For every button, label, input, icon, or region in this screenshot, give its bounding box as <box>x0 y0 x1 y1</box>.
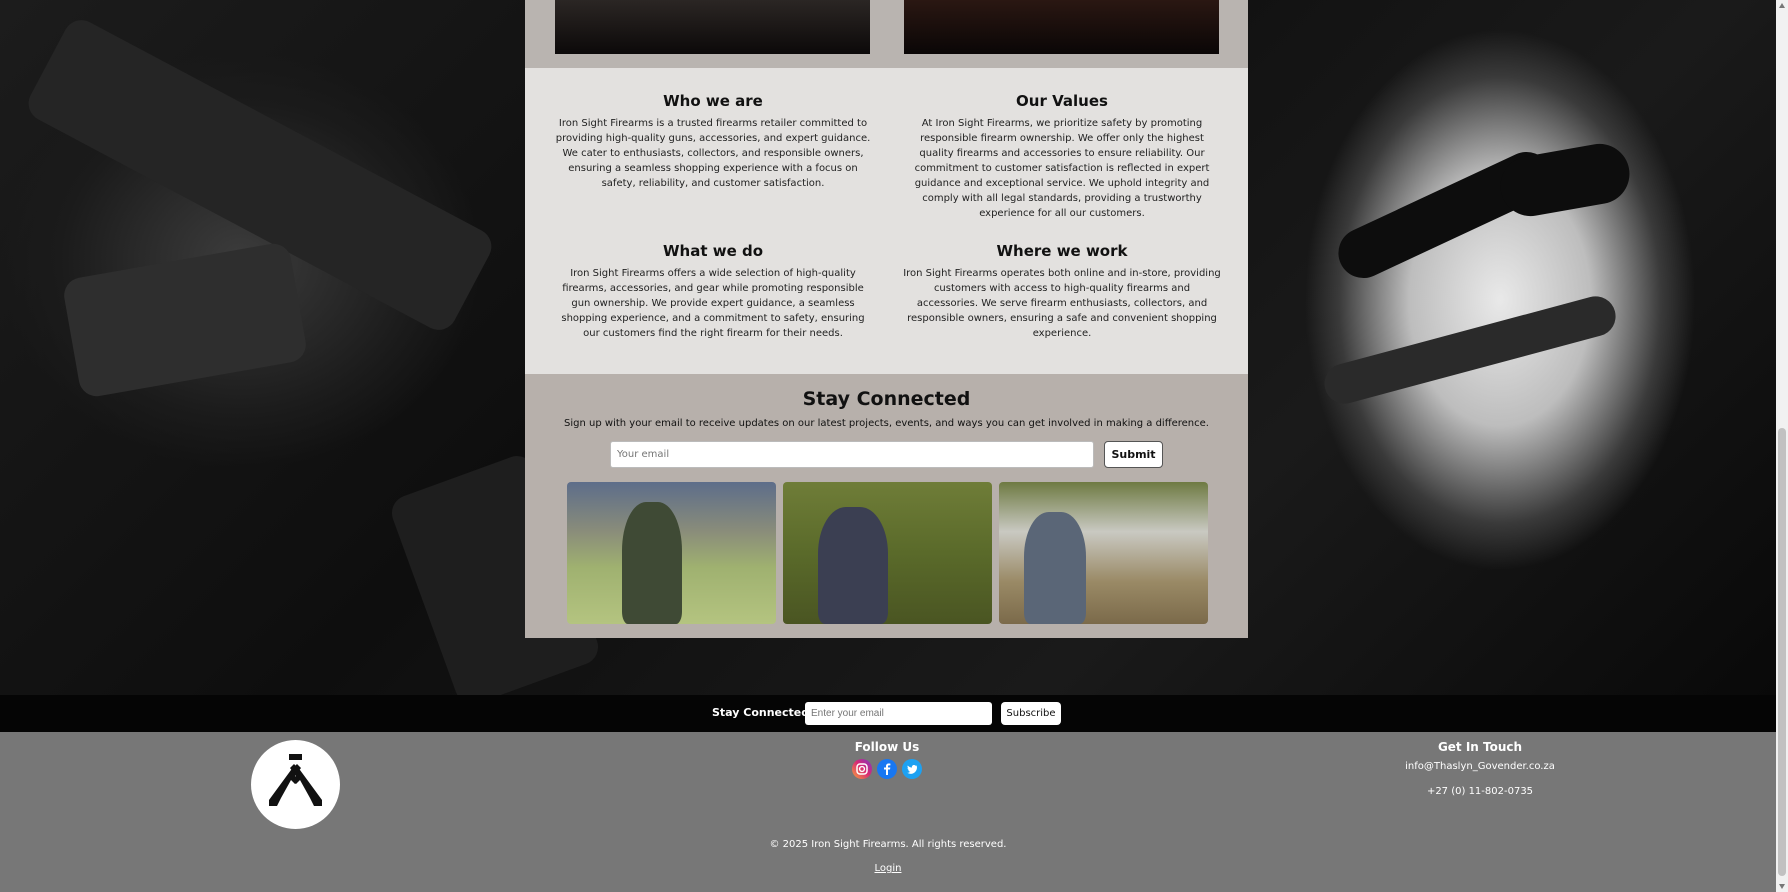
twitter-glyph <box>907 765 918 774</box>
get-in-touch-heading: Get In Touch <box>1437 740 1523 754</box>
scrollbar-thumb[interactable] <box>1778 428 1786 876</box>
newsletter-label: Stay Connected <box>712 706 810 719</box>
logo-graphic <box>269 754 322 806</box>
crossed-pistols-logo <box>251 740 340 829</box>
subscribe-button[interactable]: Subscribe <box>1001 702 1061 725</box>
facebook-icon[interactable] <box>877 759 897 779</box>
rifle-grip-shape <box>61 240 309 400</box>
info-title: Where we work <box>996 242 1128 260</box>
mask-mouth <box>1319 291 1621 409</box>
stay-connected-section: Stay Connected Sign up with your email t… <box>525 374 1248 638</box>
info-our-values: Our Values At Iron Sight Firearms, we pr… <box>902 92 1222 221</box>
info-text: Iron Sight Firearms is a trusted firearm… <box>555 118 871 189</box>
newsletter-email-input[interactable] <box>805 702 992 725</box>
facebook-glyph <box>884 763 891 775</box>
gallery-photo-pistol-shooter <box>567 482 776 624</box>
contact-email[interactable]: info@Thaslyn_Govender.co.za <box>1380 761 1580 772</box>
info-text: At Iron Sight Firearms, we prioritize sa… <box>914 118 1210 219</box>
submit-button[interactable]: Submit <box>1104 441 1163 468</box>
page-scrollbar[interactable] <box>1776 0 1788 892</box>
info-title: Who we are <box>663 92 763 110</box>
info-title: What we do <box>662 242 764 260</box>
shooter-figure <box>1024 512 1086 624</box>
login-link[interactable]: Login <box>0 863 1776 874</box>
info-what-we-do: What we do Iron Sight Firearms offers a … <box>553 242 873 341</box>
site-footer: Follow Us Get In Touch info@Thaslyn_Gove… <box>0 732 1776 892</box>
email-field[interactable] <box>610 441 1094 468</box>
instagram-glyph <box>856 763 868 775</box>
newsletter-bar: Stay Connected Subscribe <box>0 695 1776 732</box>
mask-eye <box>1495 139 1635 221</box>
about-panel: Who we are Iron Sight Firearms is a trus… <box>525 0 1248 638</box>
copyright-text: © 2025 Iron Sight Firearms. All rights r… <box>769 839 1007 850</box>
contact-phone: +27 (0) 11-802-0735 <box>1426 786 1534 797</box>
shooter-figure <box>622 502 682 624</box>
scroll-up-arrow[interactable] <box>1779 3 1785 8</box>
shooter-figure <box>818 507 888 624</box>
info-text: Iron Sight Firearms offers a wide select… <box>561 268 865 339</box>
twitter-icon[interactable] <box>902 759 922 779</box>
info-where-we-work: Where we work Iron Sight Firearms operat… <box>902 242 1222 341</box>
info-text: Iron Sight Firearms operates both online… <box>903 268 1221 339</box>
scroll-down-arrow[interactable] <box>1779 884 1785 889</box>
gallery-image-left <box>555 0 870 54</box>
info-title: Our Values <box>1016 92 1108 110</box>
gallery-image-right <box>904 0 1219 54</box>
info-grid: Who we are Iron Sight Firearms is a trus… <box>525 68 1248 374</box>
follow-us-heading: Follow Us <box>854 740 920 754</box>
gallery-photo-outdoor-shooter <box>999 482 1208 624</box>
stay-connected-title: Stay Connected <box>802 388 971 410</box>
info-who-we-are: Who we are Iron Sight Firearms is a trus… <box>553 92 873 191</box>
instagram-icon[interactable] <box>852 759 872 779</box>
stay-connected-subtitle: Sign up with your email to receive updat… <box>564 418 1209 429</box>
gallery-photo-rifle-shooter <box>783 482 992 624</box>
panel-image-strip <box>525 0 1248 68</box>
